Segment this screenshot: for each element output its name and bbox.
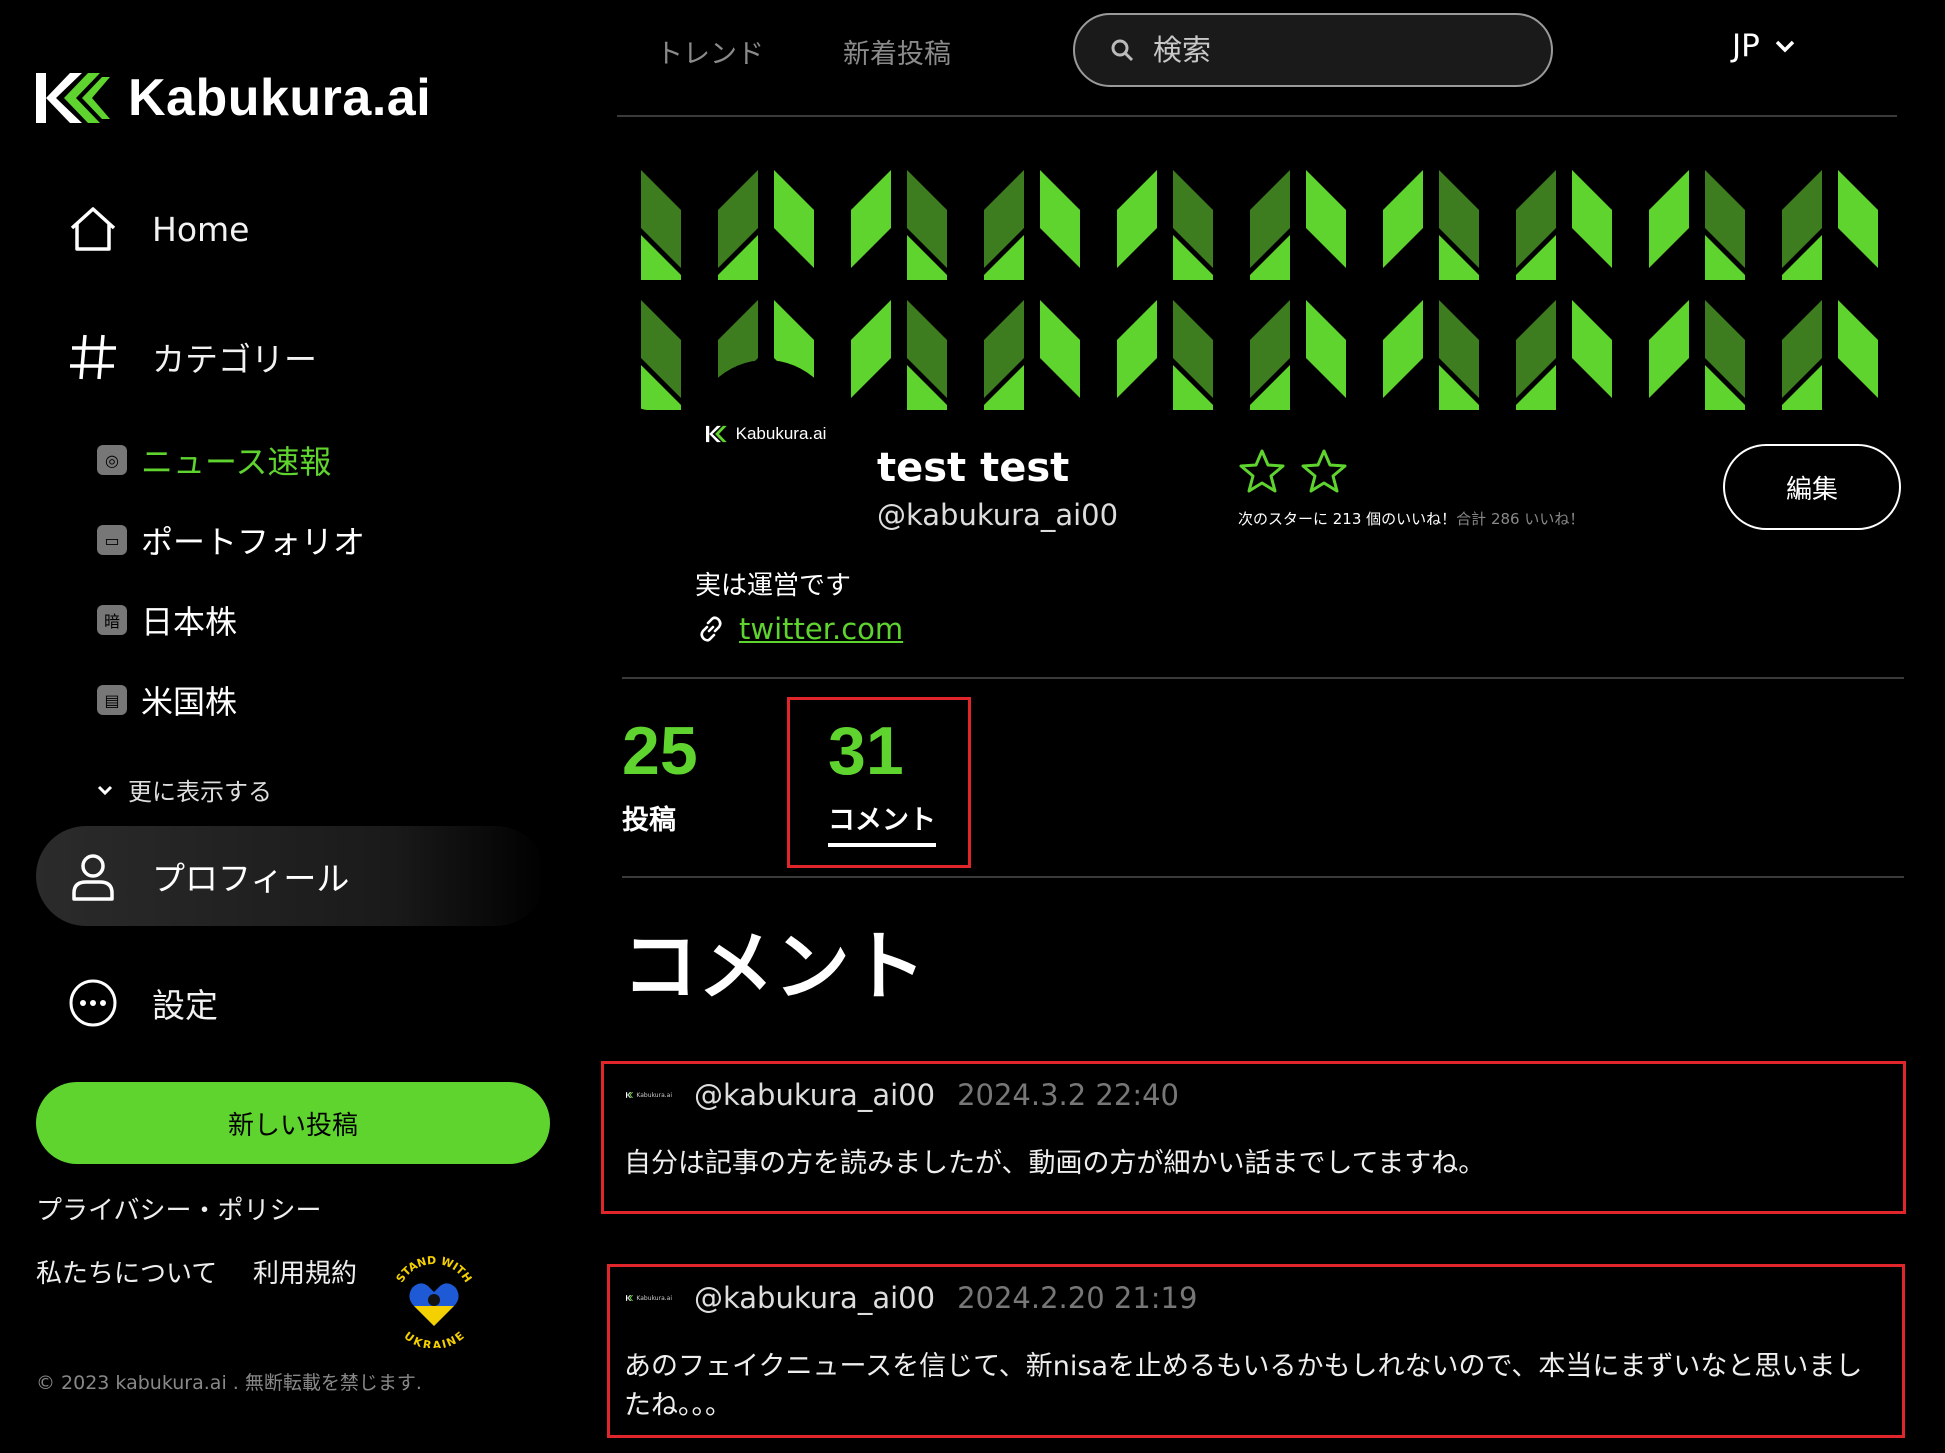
nav-home-label: Home	[152, 209, 250, 249]
brand-name: Kabukura.ai	[128, 69, 432, 127]
badge-text-bottom: UKRAINE	[402, 1329, 467, 1352]
profile-banner	[633, 150, 1905, 410]
comment-card[interactable]: Kabukura.ai @kabukura_ai00 2024.3.2 22:4…	[601, 1061, 1906, 1214]
stats-divider-top	[622, 677, 1904, 679]
badge-text-top: STAND WITH	[394, 1254, 475, 1285]
nav-profile-label: プロフィール	[152, 859, 350, 898]
svg-text:STAND WITH: STAND WITH	[394, 1254, 475, 1285]
profile-link-url[interactable]: twitter.com	[739, 612, 903, 646]
star-total-text: 合計 286 いいね！	[1456, 510, 1585, 528]
stat-posts-value: 25	[622, 713, 698, 789]
star-next-text: 次のスターに 213 個のいいね！	[1238, 510, 1457, 528]
category-news-label: ニュース速報	[141, 443, 332, 481]
new-post-button[interactable]: 新しい投稿	[36, 1082, 550, 1164]
nav-home[interactable]: Home	[66, 202, 249, 256]
tab-trend[interactable]: トレンド	[656, 32, 764, 71]
japan-stocks-icon: 暗	[97, 605, 127, 635]
stat-comments-value: 31	[828, 713, 904, 789]
search-bar[interactable]	[1073, 13, 1553, 87]
news-icon: ◎	[97, 445, 127, 475]
brand-logo[interactable]: Kabukura.ai	[36, 68, 431, 128]
category-portfolio[interactable]: ▭ ポートフォリオ	[97, 517, 365, 563]
kabukura-logo-icon	[705, 425, 727, 443]
stat-comments-label: コメント	[828, 798, 936, 847]
more-dots-icon	[69, 979, 117, 1027]
link-icon	[700, 616, 722, 642]
category-us-stocks-label: 米国株	[141, 683, 238, 721]
comment-text: あのフェイクニュースを信じて、新nisaを止めるもいるかもしれないので、本当にま…	[624, 1351, 1863, 1422]
commenter-avatar-text: Kabukura.ai	[636, 1294, 672, 1302]
commenter-avatar-text: Kabukura.ai	[636, 1091, 672, 1099]
tab-new-posts[interactable]: 新着投稿	[843, 32, 951, 71]
commenter-avatar[interactable]: Kabukura.ai	[626, 1085, 672, 1105]
stats-divider-bottom	[622, 876, 1904, 878]
sidebar: Kabukura.ai Home カテゴリー ◎ ニュース速報 ▭ ポートフォリ…	[0, 0, 560, 1453]
star-outline-icon	[1301, 449, 1347, 493]
ukraine-heart-icon: STAND WITH UKRAINE	[394, 1254, 475, 1352]
comment-handle[interactable]: @kabukura_ai00	[694, 1078, 935, 1112]
stat-comments[interactable]: 31 コメント	[828, 712, 936, 847]
hash-icon	[70, 334, 116, 380]
comment-header: Kabukura.ai @kabukura_ai00 2024.2.20 21:…	[626, 1281, 1197, 1315]
profile-avatar[interactable]: Kabukura.ai	[692, 360, 840, 508]
home-icon	[70, 207, 116, 251]
chevron-down-icon	[1775, 40, 1795, 53]
profile-name: test test	[877, 445, 1070, 491]
svg-text:UKRAINE: UKRAINE	[402, 1329, 467, 1348]
nav-categories[interactable]: カテゴリー	[66, 330, 317, 384]
star-outline-icon	[1239, 449, 1285, 493]
star-rating	[1238, 448, 1348, 494]
section-title: コメント	[622, 922, 926, 1011]
category-japan-stocks-label: 日本株	[141, 603, 238, 641]
avatar-brand-text: Kabukura.ai	[735, 424, 827, 443]
category-portfolio-label: ポートフォリオ	[141, 523, 366, 561]
us-stocks-icon: ▤	[97, 685, 127, 715]
briefcase-icon: ▭	[97, 525, 127, 555]
about-link[interactable]: 私たちについて	[36, 1253, 217, 1290]
show-more-label: 更に表示する	[128, 778, 272, 806]
edit-profile-button[interactable]: 編集	[1723, 444, 1901, 530]
chevron-down-icon	[97, 785, 113, 795]
star-progress-note: 次のスターに 213 個のいいね！合計 286 いいね！	[1238, 508, 1584, 529]
terms-link[interactable]: 利用規約	[253, 1253, 357, 1290]
category-japan-stocks[interactable]: 暗 日本株	[97, 597, 237, 643]
user-icon	[72, 854, 114, 901]
copyright: © 2023 kabukura.ai . 無断転載を禁じます.	[36, 1372, 422, 1394]
stand-with-ukraine-badge[interactable]: STAND WITH UKRAINE	[384, 1248, 484, 1352]
stat-posts-label: 投稿	[622, 805, 676, 836]
category-us-stocks[interactable]: ▤ 米国株	[97, 677, 237, 723]
stat-posts[interactable]: 25 投稿	[622, 712, 698, 837]
comment-card[interactable]: Kabukura.ai @kabukura_ai00 2024.2.20 21:…	[607, 1264, 1905, 1438]
comment-timestamp: 2024.2.20 21:19	[957, 1281, 1198, 1315]
show-more-button[interactable]: 更に表示する	[96, 772, 272, 807]
search-icon	[1111, 39, 1134, 62]
comment-timestamp: 2024.3.2 22:40	[957, 1078, 1179, 1112]
kabukura-logo-icon	[626, 1295, 634, 1301]
chevron-pattern	[633, 150, 1905, 410]
commenter-avatar[interactable]: Kabukura.ai	[626, 1288, 672, 1308]
nav-categories-label: カテゴリー	[152, 340, 317, 379]
privacy-policy-link[interactable]: プライバシー・ポリシー	[36, 1190, 321, 1227]
kabukura-logo-icon	[626, 1092, 634, 1098]
search-input[interactable]	[1151, 32, 1485, 68]
category-news[interactable]: ◎ ニュース速報	[97, 437, 331, 483]
profile-bio: 実は運営です	[695, 571, 852, 601]
profile-link[interactable]: twitter.com	[697, 612, 903, 646]
nav-settings-label: 設定	[152, 986, 218, 1025]
nav-profile[interactable]: プロフィール	[36, 826, 546, 926]
kabukura-logo-icon	[36, 73, 110, 123]
top-divider	[617, 115, 1897, 117]
comment-header: Kabukura.ai @kabukura_ai00 2024.3.2 22:4…	[626, 1078, 1179, 1112]
profile-handle: @kabukura_ai00	[877, 498, 1119, 532]
nav-settings[interactable]: 設定	[66, 976, 218, 1030]
comment-handle[interactable]: @kabukura_ai00	[694, 1281, 935, 1315]
language-label: JP	[1732, 28, 1760, 64]
comment-text: 自分は記事の方を読みましたが、動画の方が細かい話までしてますね。	[624, 1148, 1486, 1179]
language-selector[interactable]: JP	[1732, 28, 1796, 64]
